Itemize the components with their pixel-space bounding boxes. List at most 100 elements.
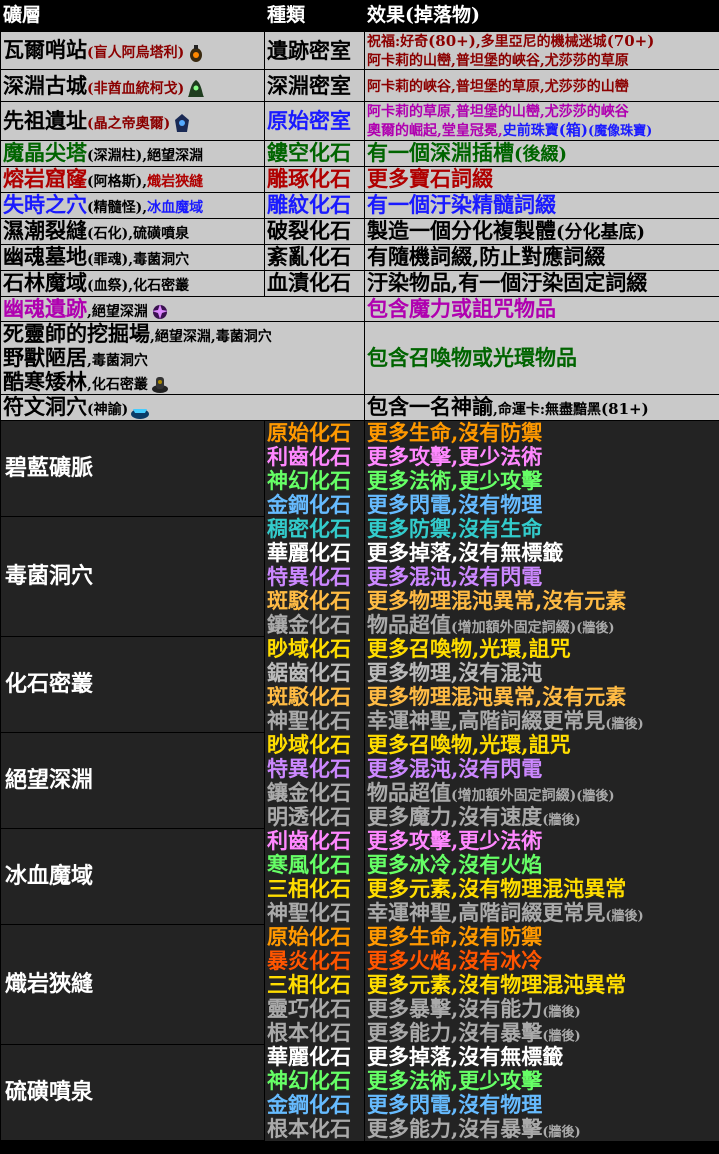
table-row: 碧藍礦脈 原始化石 更多生命,沒有防禦 [0, 419, 719, 518]
behind-wall-note: (牆後) [605, 908, 644, 924]
biome-name: 先祖遺址 [3, 107, 87, 133]
biome-boss: (精髓怪), [87, 200, 148, 217]
behind-wall-note: (牆後) [542, 1124, 581, 1140]
effect-text: 更多生命,沒有防禦 [367, 420, 543, 445]
effect-note: (增加額外固定詞綴) [451, 619, 577, 636]
biome-line: 死靈師的挖掘場,絕望深淵,毒菌洞穴 [3, 321, 362, 347]
fossil-effect-cell: 更多召喚物,光環,詛咒 [364, 732, 719, 757]
effect-text: 更多物理混沌異常,沒有元素 [367, 684, 627, 709]
fossil-cell: 鑲金化石 [264, 780, 365, 805]
fossil-cell: 三相化石 [264, 972, 365, 997]
effect-text: 物品超值 [367, 780, 451, 805]
biome-boss: (血祭),化石密叢 [87, 278, 190, 295]
lantern-icon [190, 44, 203, 62]
behind-wall-note: (牆後) [542, 1028, 581, 1044]
room-type-cell: 雕紋化石 [264, 191, 365, 219]
biome-name: 石林魔域 [3, 270, 87, 296]
effect-note: ,命運卡:無盡黯黑 [493, 402, 602, 419]
table-row: 化石密叢 眇域化石 更多召喚物,光環,詛咒 [0, 636, 719, 734]
effect-text: 更多物理混沌異常,沒有元素 [367, 588, 627, 613]
effect-text: 更多攻擊,更少法術 [367, 444, 543, 469]
fossil-cell: 鑲金化石 [264, 612, 365, 637]
table-row: 先祖遺址(晶之帝奧爾) 原始密室 阿卡莉的草原,普坦堡的山巒,尤莎莎的峽谷 奧爾的崛起… [0, 101, 719, 141]
biome-cell: 失時之穴(精髓怪),冰血魔域 [0, 191, 265, 219]
effect-text: ,多里亞尼的機械迷城 [475, 34, 607, 50]
fossil-effect-cell: 更多物理混沌異常,沒有元素 [364, 684, 719, 709]
fossil-effect-cell: 物品超值(增加額外固定詞綴)(牆後) [364, 780, 719, 805]
effect-line: 奧爾的崛起,堂皇冠冕,史前珠寶(箱)(魔像珠寶) [367, 121, 717, 139]
effect-text: (分化基底) [556, 222, 646, 244]
table-row: 絕望深淵 眇域化石 更多召喚物,光環,詛咒 [0, 732, 719, 830]
header-type: 種類 [264, 0, 365, 32]
effect-text: 更多召喚物,光環,詛咒 [367, 732, 571, 757]
fossil-cell: 原始化石 [264, 924, 365, 949]
table-row: 深淵古城(非酋血統柯戈) 深淵密室 阿卡莉的峽谷,普坦堡的草原,尤莎莎的山巒 [0, 69, 719, 103]
effect-text: 更多寶石詞綴 [367, 166, 493, 192]
effect-text: 更多法術,更少攻擊 [367, 1068, 543, 1093]
biome-name: 野獸陋居 [3, 344, 87, 370]
fossil-cell: 斑駁化石 [264, 588, 365, 613]
biome-boss: (神諭) [87, 402, 129, 419]
effect-text: 更多閃電,沒有物理 [367, 492, 543, 517]
effect-line: 有一個汙染精髓詞綴 [367, 193, 717, 217]
biome-boss: (晶之帝奧爾) [87, 115, 171, 132]
effect-text: 更多防禦,沒有生命 [367, 516, 543, 541]
header-effect: 效果(掉落物) [364, 0, 719, 32]
effect-text: 更多冰冷,沒有火焰 [367, 852, 543, 877]
effect-cell: 包含一名神諭,命運卡:無盡黯黑(81+) [364, 394, 719, 421]
table-row: 冰血魔域 利齒化石 更多攻擊,更少法術 [0, 828, 719, 926]
area-cell: 絕望深淵 [0, 732, 265, 830]
fossil-effect-cell: 更多能力,沒有暴擊(牆後) [364, 1116, 719, 1141]
effect-cell: 阿卡莉的草原,普坦堡的山巒,尤莎莎的峽谷 奧爾的崛起,堂皇冠冕,史前珠寶(箱)(魔… [364, 101, 719, 141]
effect-text: 更多閃電,沒有物理 [367, 1092, 543, 1117]
effect-text: 祝福:好奇 [367, 34, 429, 50]
fossil-effect-cell: 更多法術,更少攻擊 [364, 1068, 719, 1093]
biome-cell: 熔岩窟窿(阿格斯),熾岩狹縫 [0, 165, 265, 193]
effect-note: (增加額外固定詞綴) [451, 787, 577, 804]
fossil-cell: 華麗化石 [264, 1044, 365, 1069]
effect-text: 更多混沌,沒有閃電 [367, 756, 543, 781]
fossil-effect-cell: 更多防禦,沒有生命 [364, 516, 719, 541]
fossil-cell: 神聖化石 [264, 900, 365, 925]
biome-boss: (阿格斯), [87, 174, 148, 191]
effect-text: 更多掉落,沒有無標籤 [367, 540, 564, 565]
fossil-effect-cell: 更多火焰,沒有冰冷 [364, 948, 719, 973]
biome-cell: 石林魔域(血祭),化石密叢 [0, 269, 265, 297]
area-cell: 熾岩狹縫 [0, 924, 265, 1046]
effect-text: 幸運神聖,高階詞綴更常見 [367, 900, 606, 925]
effect-text: 阿卡莉的草原,普坦堡的山巒,尤莎莎的峽谷 [367, 104, 629, 121]
effect-cell: 有一個深淵插槽(後綴) [364, 139, 719, 167]
fossil-effect-cell: 更多召喚物,光環,詛咒 [364, 636, 719, 661]
fossil-effect-cell: 更多能力,沒有暴擊(牆後) [364, 1020, 719, 1045]
effect-text: 包含召喚物或光環物品 [367, 345, 577, 371]
effect-text: 更多法術,更少攻擊 [367, 468, 543, 493]
effect-line: 汙染物品,有一個汙染固定詞綴 [367, 271, 717, 295]
effect-line: 有隨機詞綴,防止對應詞綴 [367, 245, 717, 269]
biome-name: 死靈師的挖掘場 [3, 321, 150, 347]
fossil-cell: 利齒化石 [264, 444, 365, 469]
biome-cell: 符文洞穴(神諭) [0, 394, 365, 421]
area-cell: 毒菌洞穴 [0, 516, 265, 638]
effect-text: (70+) [606, 32, 655, 50]
fossil-effect-cell: 更多元素,沒有物理混沌異常 [364, 876, 719, 901]
fossil-effect-cell: 更多混沌,沒有閃電 [364, 564, 719, 589]
fossil-cell: 根本化石 [264, 1116, 365, 1141]
effect-line: 阿卡莉的峽谷,普坦堡的草原,尤莎莎的山巒 [367, 77, 717, 96]
room-type-cell: 雕琢化石 [264, 165, 365, 193]
biome-secondary: 熾岩狹縫 [147, 174, 204, 191]
effect-cell: 祝福:好奇(80+),多里亞尼的機械迷城(70+) 阿卡莉的山巒,普坦堡的峽谷,尤… [364, 30, 719, 71]
effect-line: 阿卡莉的山巒,普坦堡的峽谷,尤莎莎的草原 [367, 51, 717, 69]
effect-text: 製造一個分化複製體 [367, 218, 556, 244]
fossil-effect-cell: 更多生命,沒有防禦 [364, 420, 719, 445]
biome-name: 深淵古城 [3, 72, 87, 98]
fossil-effect-cell: 更多魔力,沒有速度(牆後) [364, 804, 719, 829]
effect-line: 有一個深淵插槽(後綴) [367, 141, 717, 165]
effect-cell: 更多寶石詞綴 [364, 165, 719, 193]
effect-text: 包含魔力或詛咒物品 [367, 296, 556, 322]
table-row: 符文洞穴(神諭) 包含一名神諭,命運卡:無盡黯黑(81+) [0, 394, 719, 421]
area-cell: 碧藍礦脈 [0, 419, 265, 518]
effect-text: 更多物理,沒有混沌 [367, 660, 543, 685]
effect-line: 更多寶石詞綴 [367, 167, 717, 191]
fossil-table: 礦層 種類 效果(掉落物) 瓦爾哨站(盲人阿烏塔利) 遺跡密室 祝福:好奇(80+)… [0, 0, 719, 1142]
effect-text: 有一個深淵插槽 [367, 140, 514, 166]
